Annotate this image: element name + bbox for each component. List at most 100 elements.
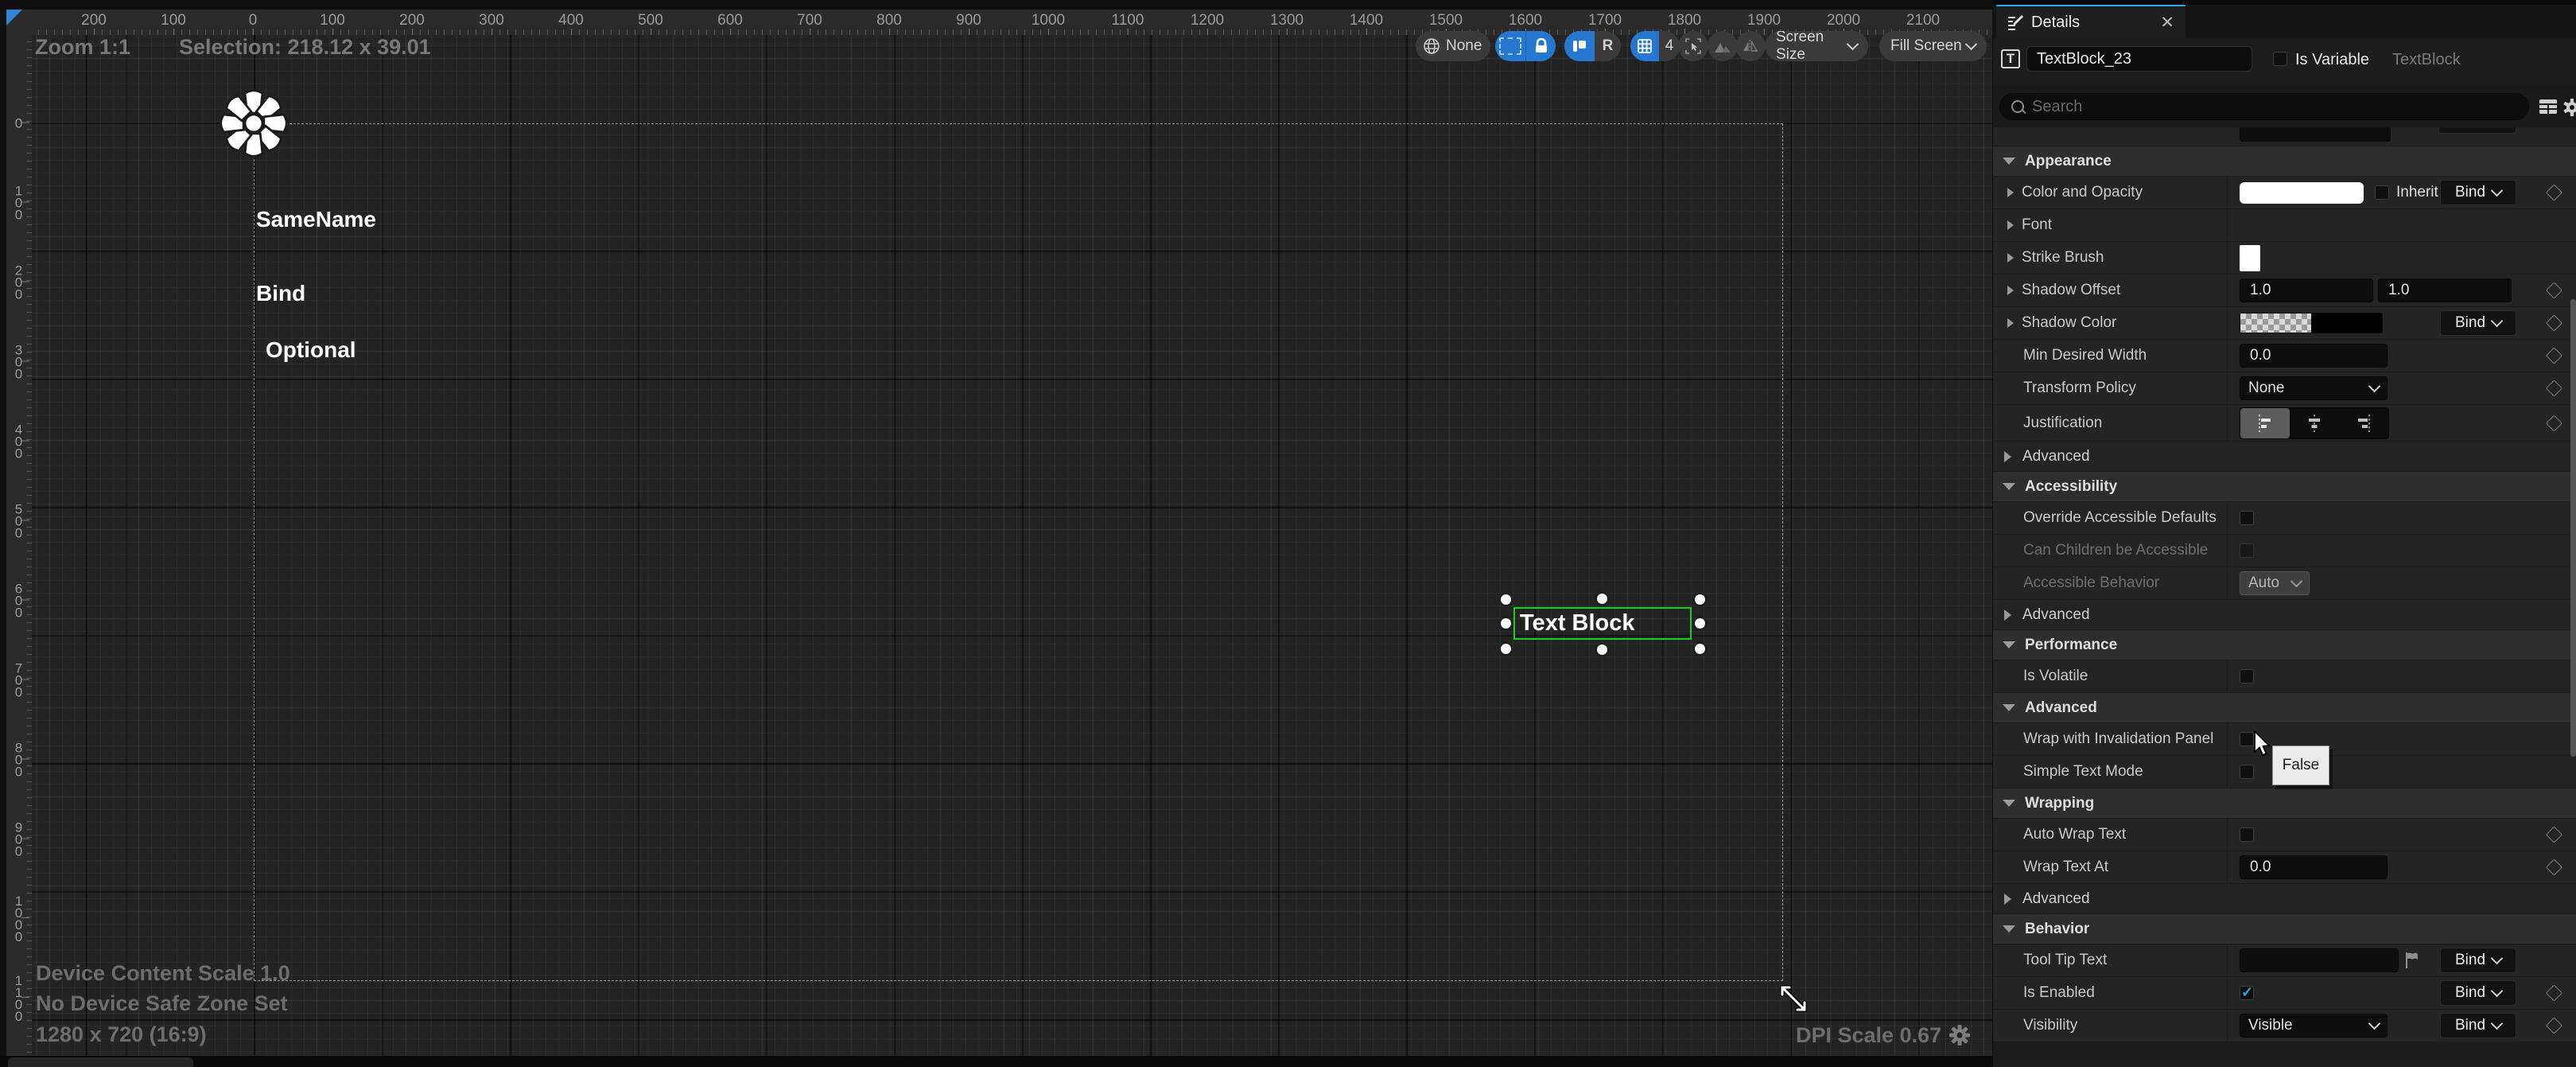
asterisk-shape[interactable]: [219, 88, 289, 158]
lock-widgets-toggle[interactable]: [1525, 31, 1556, 61]
preview-background-button[interactable]: [1708, 31, 1738, 61]
min-desired-width-field[interactable]: 0.0: [2240, 344, 2388, 368]
inherit-label: Inherit: [2396, 184, 2438, 201]
section-appearance[interactable]: Appearance: [1993, 146, 2576, 177]
screen-size-dropdown[interactable]: Screen Size: [1765, 31, 1868, 61]
override-accessible-defaults-checkbox[interactable]: [2240, 511, 2254, 525]
visibility-dropdown[interactable]: Visible: [2240, 1014, 2388, 1038]
row-accessible-behavior: Accessible Behavior Auto: [1993, 567, 2576, 600]
selection-handle-s[interactable]: [1597, 644, 1607, 655]
bind-dropdown[interactable]: Bind: [2440, 1013, 2516, 1038]
accessibility-advanced-expander[interactable]: Advanced: [1993, 600, 2576, 630]
is-variable-checkbox[interactable]: [2273, 52, 2287, 66]
scrollbar-thumb[interactable]: [2570, 299, 2576, 757]
appearance-advanced-expander[interactable]: Advanced: [1993, 442, 2576, 472]
animations-tab-sliver[interactable]: [8, 1057, 193, 1067]
ruler-tick-label: 400: [10, 423, 26, 458]
marquee-select-button[interactable]: [1678, 31, 1708, 61]
justify-center-button[interactable]: [2290, 408, 2339, 438]
chevron-down-icon: [1847, 38, 1859, 51]
simple-text-mode-checkbox[interactable]: [2240, 765, 2254, 779]
expand-arrow-icon[interactable]: [2007, 220, 2014, 230]
localization-preview-button[interactable]: None: [1416, 31, 1490, 61]
ruler-tick-label: 800: [10, 741, 26, 777]
shadow-color-swatch[interactable]: [2240, 313, 2383, 333]
text-widget-optional[interactable]: Optional: [266, 337, 356, 363]
show-outlines-toggle[interactable]: [1495, 31, 1525, 61]
is-volatile-checkbox[interactable]: [2240, 669, 2254, 683]
justify-left-button[interactable]: [2240, 408, 2290, 438]
selection-handle-n[interactable]: [1597, 594, 1607, 604]
ruler-tick-label: 100: [10, 184, 26, 220]
inherit-checkbox[interactable]: [2375, 185, 2389, 200]
settings-gear-icon[interactable]: [2562, 98, 2576, 117]
wrapping-advanced-expander[interactable]: Advanced: [1993, 884, 2576, 914]
wrap-text-at-field[interactable]: 0.0: [2240, 855, 2388, 879]
row-visibility: Visibility Visible Bind: [1993, 1010, 2576, 1042]
section-advanced[interactable]: Advanced: [1993, 693, 2576, 723]
section-wrapping[interactable]: Wrapping: [1993, 789, 2576, 819]
selection-handle-sw[interactable]: [1501, 644, 1511, 654]
expand-arrow-icon[interactable]: [2007, 253, 2014, 263]
ruler-tick-label: 1700: [1588, 12, 1622, 29]
bind-dropdown[interactable]: Bind: [2440, 310, 2516, 336]
selection-handle-e[interactable]: [1695, 618, 1705, 629]
expand-arrow-icon[interactable]: [2007, 318, 2014, 328]
bind-dropdown[interactable]: Bind: [2440, 180, 2516, 205]
selection-handle-se[interactable]: [1695, 644, 1705, 654]
is-enabled-checkbox[interactable]: [2240, 986, 2254, 1000]
fill-screen-label: Fill Screen: [1890, 37, 1962, 55]
ruler-tick-label: 1100: [1112, 12, 1144, 29]
grid-snap-group: 4: [1630, 31, 1680, 61]
search-box[interactable]: [1999, 93, 2529, 120]
widget-name-input[interactable]: [2026, 46, 2252, 72]
shadow-offset-x-field[interactable]: 1.0: [2240, 278, 2373, 302]
collapse-arrow-icon: [2003, 483, 2015, 490]
device-content-scale-label: Device Content Scale 1.0: [36, 961, 290, 986]
section-behavior[interactable]: Behavior: [1993, 914, 2576, 944]
grid-snap-toggle[interactable]: [1630, 31, 1659, 61]
layout-respect-group: R: [1564, 31, 1621, 61]
auto-wrap-text-checkbox[interactable]: [2240, 828, 2254, 842]
can-children-be-accessible-checkbox[interactable]: [2240, 543, 2254, 558]
close-icon[interactable]: ✕: [2160, 14, 2174, 31]
widget-type-label: TextBlock: [2392, 51, 2461, 69]
fill-screen-dropdown[interactable]: Fill Screen: [1879, 31, 1987, 61]
resize-diagonal-cursor-icon: [1777, 983, 1812, 1015]
dpi-settings-gear-icon[interactable]: [1949, 1024, 1971, 1046]
screen-size-label: Screen Size: [1776, 31, 1848, 61]
chevron-down-icon: [2290, 575, 2303, 588]
bind-dropdown[interactable]: Bind: [2440, 948, 2516, 973]
tab-details[interactable]: Details ✕: [1996, 5, 2186, 38]
accessible-behavior-dropdown[interactable]: Auto: [2240, 571, 2310, 595]
display-columns-icon[interactable]: [2539, 99, 2558, 115]
selection-handle-nw[interactable]: [1501, 594, 1511, 605]
bind-dropdown[interactable]: Bind: [2440, 980, 2516, 1006]
layout-mode-toggle[interactable]: [1564, 31, 1595, 61]
section-performance[interactable]: Performance: [1993, 630, 2576, 660]
text-widget-samename[interactable]: SameName: [256, 207, 376, 232]
flip-preview-button[interactable]: [1735, 31, 1766, 61]
grid-icon: [1638, 39, 1652, 53]
expand-arrow-icon: [2004, 609, 2011, 621]
shadow-offset-y-field[interactable]: 1.0: [2378, 278, 2512, 302]
localize-flag-icon[interactable]: [2405, 952, 2419, 969]
tool-tip-text-field[interactable]: [2240, 948, 2399, 972]
section-accessibility[interactable]: Accessibility: [1993, 472, 2576, 502]
selected-text-block-widget[interactable]: Text Block: [1513, 607, 1692, 640]
expand-arrow-icon[interactable]: [2007, 286, 2014, 295]
strike-brush-swatch[interactable]: [2240, 245, 2260, 271]
justify-right-button[interactable]: [2339, 408, 2388, 438]
expand-arrow-icon[interactable]: [2007, 188, 2014, 197]
selection-handle-ne[interactable]: [1695, 594, 1705, 605]
color-swatch[interactable]: [2240, 182, 2364, 204]
section-label: Behavior: [2025, 921, 2089, 938]
details-tab-icon: [2006, 14, 2023, 31]
selection-handle-w[interactable]: [1501, 618, 1511, 629]
ruler-tick-label: 500: [10, 502, 26, 538]
search-input[interactable]: [2030, 97, 2479, 117]
ruler-tick-label: 0: [10, 116, 26, 128]
text-widget-bind[interactable]: Bind: [256, 281, 305, 306]
dashed-outline-icon: [1499, 37, 1521, 55]
transform-policy-dropdown[interactable]: None: [2240, 376, 2388, 400]
